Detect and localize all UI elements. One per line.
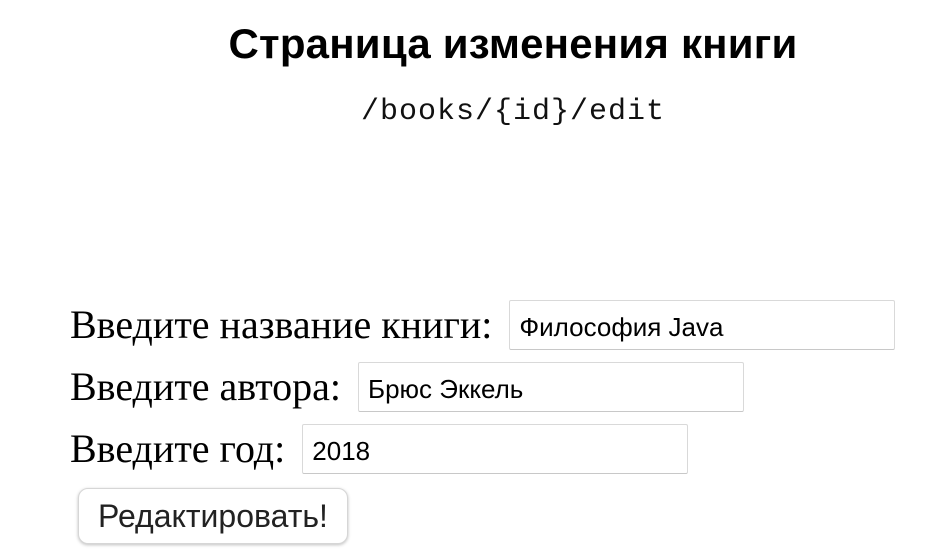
year-row: Введите год:: [70, 418, 895, 480]
title-label: Введите название книги:: [70, 302, 493, 347]
title-row: Введите название книги:: [70, 294, 896, 356]
submit-row: Редактировать!: [70, 488, 895, 544]
year-label: Введите год:: [70, 426, 286, 471]
year-input[interactable]: [302, 424, 689, 474]
page-title: Страница изменения книги: [228, 20, 798, 67]
edit-submit-button[interactable]: Редактировать!: [78, 488, 348, 544]
author-row: Введите автора:: [70, 356, 895, 418]
author-input[interactable]: [358, 362, 745, 412]
author-label: Введите автора:: [70, 364, 342, 409]
route-path: /books/{id}/edit: [360, 95, 666, 129]
edit-book-form: Введите название книги: Введите автора: …: [70, 294, 896, 544]
title-input[interactable]: [509, 300, 896, 350]
